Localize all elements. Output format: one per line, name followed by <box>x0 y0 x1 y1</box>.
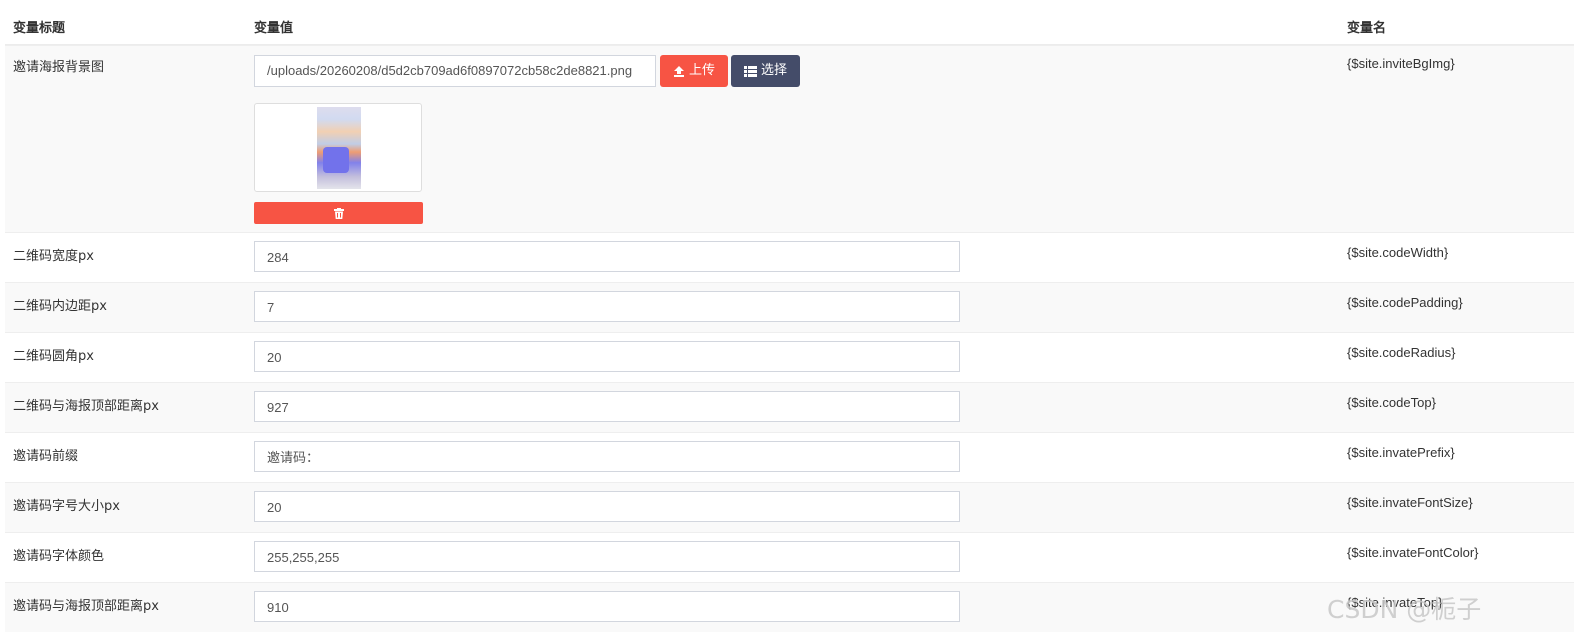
trash-icon <box>333 207 344 219</box>
value-input[interactable]: 255,255,255 <box>254 541 960 572</box>
csdn-watermark: CSDN @栀子 <box>1327 595 1482 624</box>
row-title: 二维码内边距px <box>13 299 107 314</box>
upload-button[interactable]: 上传 <box>660 55 728 87</box>
upload-icon <box>673 66 684 77</box>
choose-label: 选择 <box>760 63 787 78</box>
list-icon <box>743 65 757 77</box>
image-path-input[interactable]: /uploads/20260208/d5d2cb709ad6f0897072cb… <box>254 55 656 87</box>
poster-preview-image <box>317 107 361 189</box>
image-thumbnail[interactable] <box>254 103 422 192</box>
row-title: 邀请码前缀 <box>13 449 79 464</box>
table-row: 二维码内边距px 7 {$site.codePadding} <box>5 282 1574 332</box>
upload-label: 上传 <box>688 63 715 78</box>
delete-image-button[interactable] <box>254 202 423 224</box>
row-var: {$site.codeRadius} <box>1347 345 1456 360</box>
value-input[interactable]: 邀请码： <box>254 441 960 472</box>
row-title: 邀请码与海报顶部距离px <box>13 599 159 614</box>
row-var: {$site.inviteBgImg} <box>1347 56 1455 71</box>
row-var: {$site.invatePrefix} <box>1347 445 1455 460</box>
row-var: {$site.codeWidth} <box>1347 245 1449 260</box>
row-title: 邀请海报背景图 <box>13 60 105 75</box>
row-title: 邀请码字号大小px <box>13 499 120 514</box>
header-title: 变量标题 <box>13 21 66 36</box>
table-row: 二维码圆角px 20 {$site.codeRadius} <box>5 332 1574 382</box>
choose-button[interactable]: 选择 <box>731 55 800 87</box>
table-row: 二维码宽度px 284 {$site.codeWidth} <box>5 232 1574 282</box>
row-var: {$site.codePadding} <box>1347 295 1463 310</box>
value-input[interactable]: 927 <box>254 391 960 422</box>
table-row: 邀请码字号大小px 20 {$site.invateFontSize} <box>5 482 1574 532</box>
table-row: 邀请码前缀 邀请码： {$site.invatePrefix} <box>5 432 1574 482</box>
row-title: 二维码宽度px <box>13 249 94 264</box>
row-title: 二维码圆角px <box>13 349 94 364</box>
row-title: 二维码与海报顶部距离px <box>13 399 159 414</box>
value-input[interactable]: 20 <box>254 491 960 522</box>
variables-table: 变量标题 变量值 变量名 邀请海报背景图 /uploads/20260208/d… <box>5 0 1574 632</box>
table-row: 邀请码字体颜色 255,255,255 {$site.invateFontCol… <box>5 532 1574 582</box>
value-input[interactable]: 20 <box>254 341 960 372</box>
row-title: 邀请码字体颜色 <box>13 549 105 564</box>
value-input[interactable]: 910 <box>254 591 960 622</box>
row-var: {$site.invateFontColor} <box>1347 545 1479 560</box>
table-row: 邀请海报背景图 /uploads/20260208/d5d2cb709ad6f0… <box>5 45 1574 232</box>
table-header: 变量标题 变量值 变量名 <box>5 0 1574 45</box>
value-input[interactable]: 7 <box>254 291 960 322</box>
value-input[interactable]: 284 <box>254 241 960 272</box>
header-name: 变量名 <box>1347 21 1387 36</box>
row-var: {$site.codeTop} <box>1347 395 1436 410</box>
row-var: {$site.invateFontSize} <box>1347 495 1473 510</box>
header-value: 变量值 <box>254 21 294 36</box>
table-row: 二维码与海报顶部距离px 927 {$site.codeTop} <box>5 382 1574 432</box>
